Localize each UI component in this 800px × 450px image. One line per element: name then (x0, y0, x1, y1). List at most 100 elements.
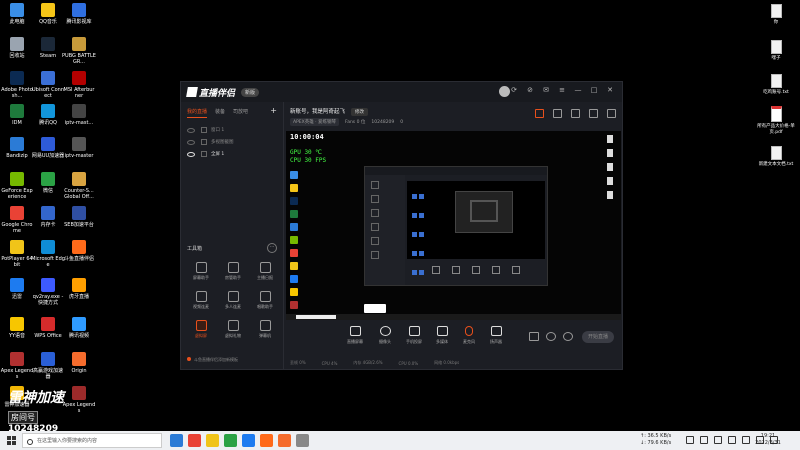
desktop-icon[interactable]: 迅雷 (0, 278, 34, 300)
sidebar-tab[interactable]: 装备 (215, 108, 225, 118)
taskbar-search[interactable]: 在这里输入你要搜索的内容 (22, 433, 162, 448)
live-preview[interactable]: 10:00:04 GPU 30 ℃ CPU 30 FPS (286, 131, 621, 320)
desktop-icon[interactable]: QQ音乐 (31, 3, 65, 25)
tool-button[interactable]: 弹幕机 (249, 320, 281, 339)
desktop-icon[interactable]: 虎牙直播 (62, 278, 96, 300)
window-control-icon[interactable]: ✉ (542, 86, 550, 94)
scene-checkbox[interactable] (201, 127, 207, 133)
desktop-icon[interactable]: Counter-S... Global Off... (62, 172, 96, 200)
desktop-icon[interactable]: Origin (62, 352, 96, 374)
desktop-icon[interactable]: YY语音 (0, 317, 34, 339)
desktop-icon[interactable]: Bandizip (0, 137, 34, 159)
desktop-icon[interactable]: Ubisoft Connect (31, 71, 65, 99)
control-5[interactable]: 麦克风 (456, 326, 482, 345)
taskbar-app-icon[interactable] (206, 434, 219, 447)
desktop-icon[interactable]: IDM (0, 104, 34, 126)
version-badge[interactable]: 新版 (241, 88, 260, 97)
panel-icon[interactable] (607, 109, 616, 118)
settings-icon[interactable] (571, 109, 580, 118)
network-icon[interactable] (700, 436, 708, 444)
taskbar-app-icon[interactable] (242, 434, 255, 447)
eye-icon[interactable] (187, 139, 195, 145)
window-control-icon[interactable]: □ (590, 86, 598, 94)
desktop-icon[interactable]: MSI Afterburner (62, 71, 96, 99)
scene-checkbox[interactable] (201, 139, 207, 145)
avatar[interactable] (499, 86, 510, 97)
taskbar-app-icon[interactable] (278, 434, 291, 447)
window-control-icon[interactable]: ✕ (606, 86, 614, 94)
tool-button[interactable]: 主播日报 (249, 262, 281, 281)
start-live-button[interactable]: 开始直播 (582, 331, 614, 343)
desktop-icon[interactable]: PUBG BATTLEGR... (62, 37, 96, 65)
desktop-icon[interactable]: PotPlayer 64 bit (0, 240, 34, 268)
tool-button[interactable]: 多人连麦 (217, 291, 249, 310)
chevron-up-icon[interactable] (686, 436, 694, 444)
desktop-file[interactable]: 你 (756, 4, 796, 26)
control-1[interactable]: 直播屏幕 (342, 326, 368, 345)
desktop-icon[interactable]: WPS Office (31, 317, 65, 339)
control-3[interactable]: 手机投屏 (401, 326, 427, 345)
category-tag[interactable]: APEX英雄 · 爱练钢琴 (290, 118, 340, 126)
window-control-icon[interactable]: ≡ (558, 86, 566, 94)
scene-item[interactable]: 窗口 1 (181, 124, 283, 136)
share-icon[interactable] (553, 109, 562, 118)
tool-button[interactable]: 房管助手 (217, 262, 249, 281)
add-scene-button[interactable]: + (270, 107, 277, 118)
taskbar-app-icon[interactable] (260, 434, 273, 447)
start-button[interactable] (7, 436, 16, 445)
desktop-file[interactable]: 吃鸡账号.txt (756, 74, 796, 96)
eye-icon[interactable] (187, 127, 195, 133)
tool-button[interactable]: 视频连麦 (185, 291, 217, 310)
desktop-icon[interactable]: 网易UU加速器 (31, 137, 65, 159)
desktop-file[interactable]: 嘿子 (756, 40, 796, 62)
eye-icon[interactable] (187, 151, 195, 157)
taskbar-app-icon[interactable] (170, 434, 183, 447)
window-control-icon[interactable]: ⟳ (510, 86, 518, 94)
control-6[interactable]: 扬声器 (483, 326, 509, 345)
layout-icon[interactable] (589, 109, 598, 118)
desktop-file[interactable]: 新建文本文档.txt (756, 146, 796, 168)
taskbar-app-icon[interactable] (188, 434, 201, 447)
clock[interactable]: 19:21 2022/3/31 (748, 433, 788, 447)
tool-button[interactable]: 虚拟礼物 (217, 320, 249, 339)
desktop-icon[interactable]: 腾讯QQ (31, 104, 65, 126)
desktop-icon[interactable]: GeForce Experience (0, 172, 34, 200)
desktop-icon[interactable]: Google Chrome (0, 206, 34, 234)
window-control-icon[interactable]: ⊘ (526, 86, 534, 94)
desktop-icon[interactable]: 高赢游戏加速器 (31, 352, 65, 380)
sidebar-tab[interactable]: 我的直播 (187, 108, 208, 118)
desktop-icon[interactable]: 此电脑 (0, 3, 34, 25)
desktop-icon[interactable]: iptv-master (62, 137, 96, 159)
tool-button[interactable]: 屏幕助手 (185, 262, 217, 281)
desktop-icon[interactable]: SEB加速平台 (62, 206, 96, 228)
scene-checkbox[interactable] (201, 151, 207, 157)
desktop-icon[interactable]: qv2ray.exe - 快捷方式 (31, 278, 65, 306)
tool-button[interactable]: 唱歌助手 (249, 291, 281, 310)
toolbox-more-button[interactable]: ··· (267, 243, 277, 253)
tool-button[interactable]: 虚拟屏 (185, 320, 217, 339)
window-control-icon[interactable]: — (574, 86, 582, 94)
desktop-icon[interactable]: 腾讯影视库 (62, 3, 96, 25)
desktop-icon[interactable]: Microsoft Edge (31, 240, 65, 268)
desktop-file[interactable]: 所有产品大价格-单页.pdf (756, 106, 796, 135)
clip-icon[interactable] (546, 332, 556, 341)
control-4[interactable]: 多媒体 (429, 326, 455, 345)
gear-icon[interactable] (563, 332, 573, 341)
scene-item[interactable]: 全屏 1 (181, 148, 283, 160)
sidebar-tab[interactable]: 司放吧 (233, 108, 248, 118)
desktop-icon[interactable]: 微信 (31, 172, 65, 194)
control-2[interactable]: 摄像头 (372, 326, 398, 345)
footer-notice[interactable]: 斗鱼直播伴侣添加新模板 (187, 357, 238, 363)
taskbar-app-icon[interactable] (296, 434, 309, 447)
record-icon[interactable] (529, 332, 539, 341)
ime-icon[interactable] (728, 436, 736, 444)
gift-icon[interactable] (535, 109, 544, 118)
desktop-icon[interactable]: Steam (31, 37, 65, 59)
taskbar-app-icon[interactable] (224, 434, 237, 447)
desktop-icon[interactable]: Apex Legends (0, 352, 34, 380)
desktop-icon[interactable]: iptv-mast... (62, 104, 96, 126)
volume-icon[interactable] (714, 436, 722, 444)
desktop-icon[interactable]: 回收站 (0, 37, 34, 59)
edit-title-button[interactable]: 修改 (351, 108, 369, 116)
scene-item[interactable]: 多视图截图 (181, 136, 283, 148)
